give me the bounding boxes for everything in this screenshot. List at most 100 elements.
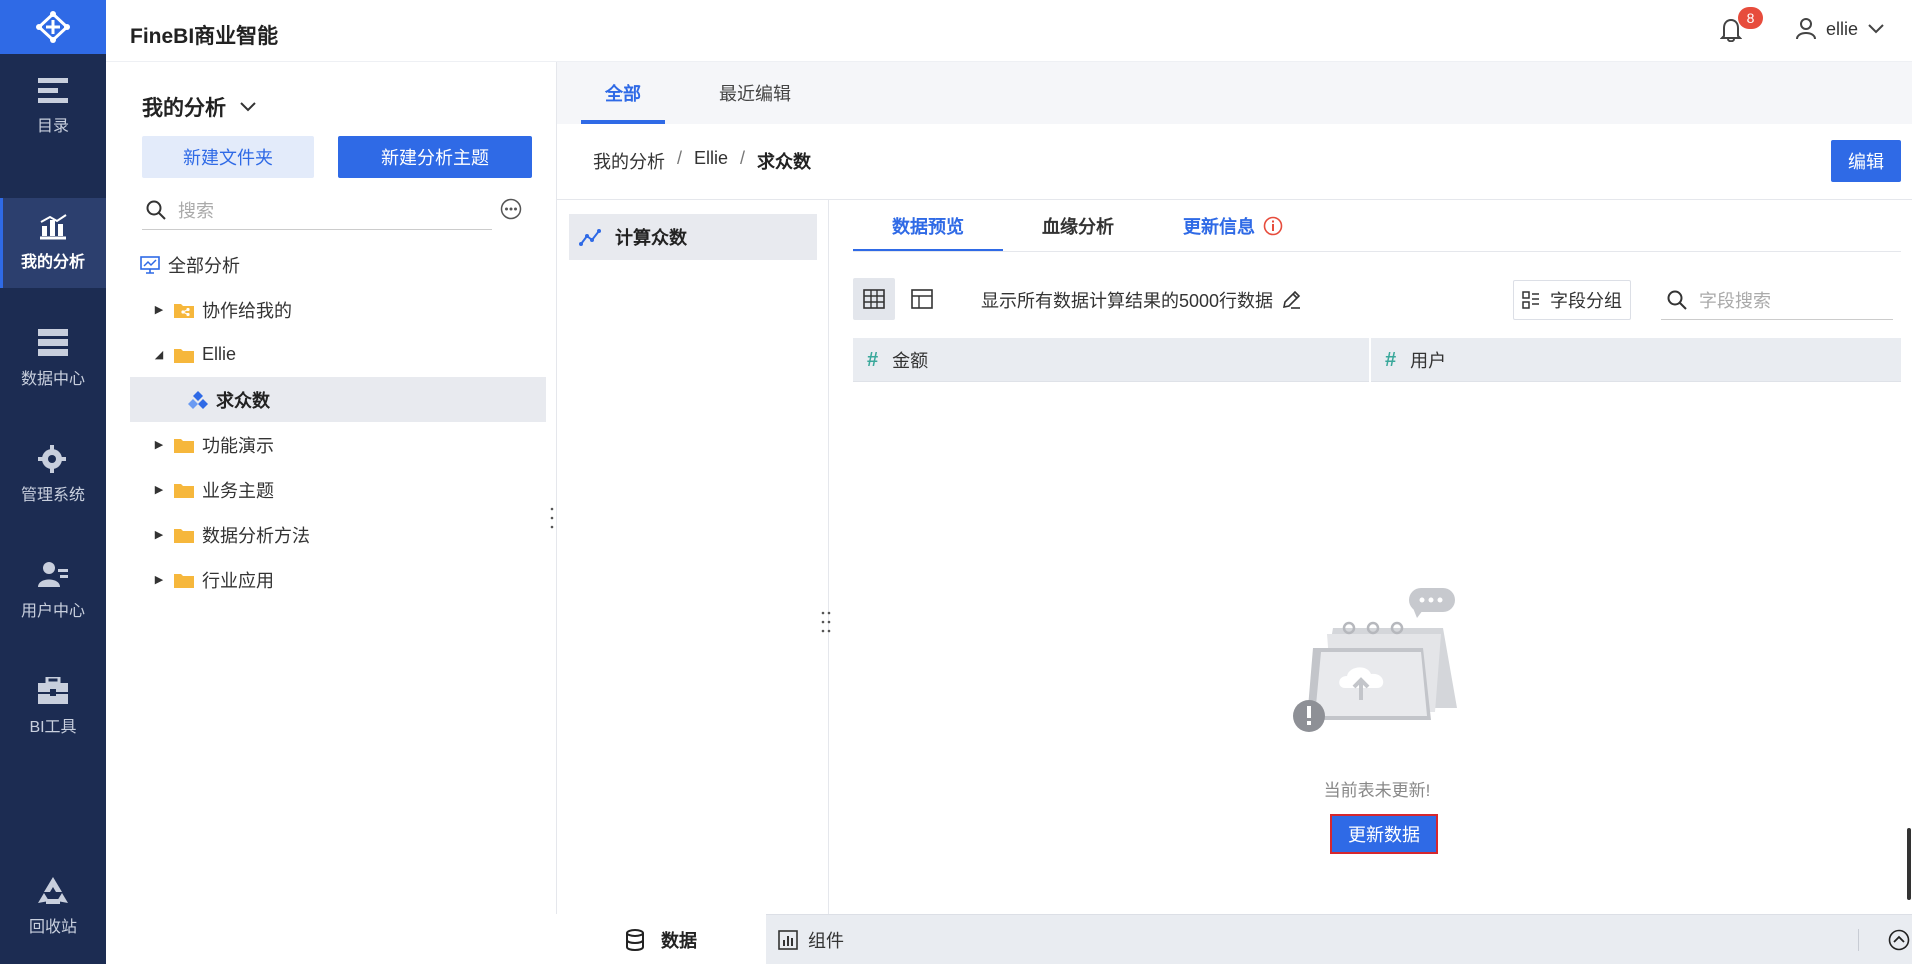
tree-item-label: 数据分析方法 bbox=[202, 525, 310, 546]
user-menu[interactable]: ellie bbox=[1796, 18, 1884, 40]
nav-item-user-center[interactable]: 用户中心 bbox=[0, 546, 106, 636]
chevron-down-icon bbox=[1868, 24, 1884, 34]
caret-right-icon[interactable]: ▶ bbox=[152, 528, 166, 541]
nav-item-label: BI工具 bbox=[29, 719, 77, 736]
username: ellie bbox=[1826, 18, 1859, 39]
layout-view-button[interactable] bbox=[901, 278, 943, 320]
tab-data[interactable]: 数据 bbox=[556, 914, 766, 964]
user-icon bbox=[1796, 18, 1816, 40]
row-limit-setting[interactable]: 显示所有数据计算结果的5000行数据 bbox=[981, 287, 1301, 313]
tree-item-business[interactable]: ▶ 业务主题 bbox=[130, 467, 546, 512]
toolbox-icon bbox=[38, 677, 68, 704]
nav-item-label: 我的分析 bbox=[20, 254, 85, 271]
field-search-placeholder: 字段搜索 bbox=[1699, 290, 1771, 311]
chart-component-icon bbox=[778, 930, 798, 950]
breadcrumb: 我的分析 / Ellie / 求众数 bbox=[593, 148, 811, 174]
search-icon bbox=[146, 200, 166, 220]
user-center-icon bbox=[38, 562, 68, 587]
chevron-up-circle-icon[interactable] bbox=[1888, 929, 1910, 951]
tab-update-info[interactable]: 更新信息 bbox=[1153, 200, 1313, 252]
breadcrumb-root[interactable]: 我的分析 bbox=[593, 148, 665, 174]
main-tab-bar: 全部 最近编辑 bbox=[557, 62, 1912, 124]
tree-item-label: 行业应用 bbox=[202, 570, 274, 591]
field-group-button[interactable]: 字段分组 bbox=[1513, 280, 1631, 320]
tree-item-label: 功能演示 bbox=[202, 435, 274, 456]
table-header: # 金额 # 用户 bbox=[853, 338, 1901, 382]
caret-right-icon[interactable]: ▶ bbox=[152, 573, 166, 586]
tree-item-current-subject[interactable]: 求众数 bbox=[130, 377, 546, 422]
tree-item-demo[interactable]: ▶ 功能演示 bbox=[130, 422, 546, 467]
divider bbox=[1858, 929, 1859, 951]
calc-item-mode[interactable]: 计算众数 bbox=[569, 214, 817, 260]
warning-info-icon bbox=[1263, 216, 1283, 236]
breadcrumb-folder[interactable]: Ellie bbox=[694, 148, 728, 174]
tab-data-label: 数据 bbox=[661, 930, 697, 951]
column-header[interactable]: # 金额 bbox=[853, 338, 1369, 382]
shared-folder-icon bbox=[174, 302, 194, 318]
nav-item-catalog[interactable]: 目录 bbox=[0, 62, 106, 152]
tree-search-input[interactable]: 搜索 bbox=[142, 190, 492, 230]
row-limit-text: 显示所有数据计算结果的5000行数据 bbox=[981, 291, 1274, 311]
new-folder-button[interactable]: 新建文件夹 bbox=[142, 136, 314, 178]
analysis-tree-panel: 我的分析 新建文件夹 新建分析主题 搜索 全部分析 ▶ 协作给我的 ◢ Elli… bbox=[106, 62, 554, 964]
column-name: 金额 bbox=[892, 351, 929, 371]
not-updated-illustration bbox=[1293, 588, 1457, 732]
breadcrumb-separator: / bbox=[677, 148, 683, 168]
caret-right-icon[interactable]: ▶ bbox=[152, 483, 166, 496]
nav-item-admin[interactable]: 管理系统 bbox=[0, 430, 106, 520]
notification-badge: 8 bbox=[1738, 7, 1763, 29]
search-icon bbox=[1667, 290, 1687, 310]
caret-right-icon[interactable]: ▶ bbox=[152, 303, 166, 316]
tab-underline bbox=[853, 251, 1901, 252]
caret-down-icon[interactable]: ◢ bbox=[152, 348, 166, 361]
nav-item-label: 回收站 bbox=[28, 919, 77, 936]
field-search-input[interactable]: 字段搜索 bbox=[1661, 280, 1893, 320]
tree-item-methods[interactable]: ▶ 数据分析方法 bbox=[130, 512, 546, 557]
tab-recent[interactable]: 最近编辑 bbox=[695, 62, 815, 124]
scrollbar[interactable] bbox=[1907, 828, 1911, 900]
main-area: 全部 最近编辑 我的分析 / Ellie / 求众数 编辑 计算众数 数据预览 … bbox=[556, 62, 1912, 964]
tree-item-label: 求众数 bbox=[216, 390, 270, 411]
grid-icon bbox=[863, 289, 885, 309]
more-options-icon[interactable] bbox=[500, 198, 522, 220]
bottom-tab-bar: 数据 组件 bbox=[556, 914, 1912, 964]
line-chart-icon bbox=[579, 229, 601, 246]
tab-lineage[interactable]: 血缘分析 bbox=[1023, 200, 1133, 252]
update-data-button[interactable]: 更新数据 bbox=[1330, 814, 1438, 854]
field-group-icon bbox=[1522, 291, 1539, 309]
data-preview-area: 数据预览 血缘分析 更新信息 显示所有数据计算结果的5000行数据 字段分组 字… bbox=[853, 200, 1901, 916]
recycle-icon bbox=[38, 877, 68, 904]
column-resize-handle[interactable] bbox=[821, 611, 831, 633]
breadcrumb-separator: / bbox=[740, 148, 746, 168]
monitor-icon bbox=[140, 255, 160, 274]
tab-data-preview[interactable]: 数据预览 bbox=[853, 200, 1003, 252]
edit-button[interactable]: 编辑 bbox=[1831, 140, 1901, 182]
tab-component-label: 组件 bbox=[808, 931, 844, 951]
tree-item-label: 业务主题 bbox=[202, 480, 274, 501]
panel-title-label: 我的分析 bbox=[142, 97, 226, 120]
tree-item-ellie[interactable]: ◢ Ellie bbox=[130, 332, 546, 377]
analysis-icon bbox=[40, 214, 67, 240]
new-subject-button[interactable]: 新建分析主题 bbox=[338, 136, 532, 178]
column-header[interactable]: # 用户 bbox=[1371, 338, 1901, 382]
nav-item-data-center[interactable]: 数据中心 bbox=[0, 314, 106, 404]
nav-item-bi-tools[interactable]: BI工具 bbox=[0, 662, 106, 752]
tree-item-industry[interactable]: ▶ 行业应用 bbox=[130, 557, 546, 602]
tab-all[interactable]: 全部 bbox=[581, 62, 665, 124]
panel-title[interactable]: 我的分析 bbox=[142, 92, 256, 122]
grid-view-button[interactable] bbox=[853, 278, 895, 320]
app-title: FineBI商业智能 bbox=[130, 25, 279, 48]
tab-update-info-label: 更新信息 bbox=[1183, 217, 1255, 237]
caret-right-icon[interactable]: ▶ bbox=[152, 438, 166, 451]
tab-component[interactable]: 组件 bbox=[778, 915, 844, 964]
logo-icon bbox=[36, 11, 70, 43]
folder-icon bbox=[174, 572, 194, 588]
tree-item-all-analysis[interactable]: 全部分析 bbox=[130, 242, 546, 287]
tree-item-shared[interactable]: ▶ 协作给我的 bbox=[130, 287, 546, 332]
calc-item-label: 计算众数 bbox=[615, 228, 687, 248]
nav-item-recycle[interactable]: 回收站 bbox=[0, 862, 106, 952]
app-logo[interactable] bbox=[0, 0, 106, 54]
calc-list-column: 计算众数 bbox=[557, 200, 831, 916]
nav-item-my-analysis[interactable]: 我的分析 bbox=[0, 198, 106, 288]
chevron-down-icon bbox=[240, 102, 256, 112]
